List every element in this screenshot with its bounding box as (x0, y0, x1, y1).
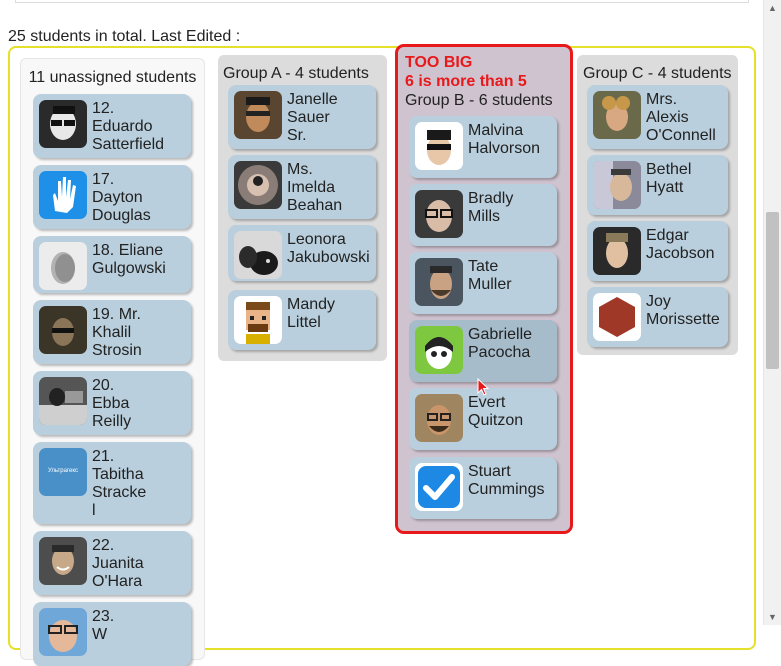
student-name: Ms. Imelda Beahan (287, 161, 343, 214)
man-blond-avatar (593, 227, 641, 275)
student-card[interactable]: Tate Muller (409, 252, 557, 314)
student-card[interactable]: 17. Dayton Douglas (33, 165, 191, 229)
student-card[interactable]: Edgar Jacobson (587, 221, 728, 281)
student-card[interactable]: Ms. Imelda Beahan (228, 155, 376, 219)
sunglasses-avatar (415, 122, 463, 170)
blurred-face-avatar (39, 242, 87, 290)
student-card[interactable]: 19. Mr. Khalil Strosin (33, 300, 191, 364)
student-name: Leonora Jakubowski (287, 231, 370, 266)
summary-text: 25 students in total. Last Edited : (8, 28, 241, 45)
student-card[interactable]: 20. Ebba Reilly (33, 371, 191, 435)
groups-board: 11 unassigned students 12. Eduardo Satte… (8, 44, 756, 666)
student-card[interactable]: 23. W (33, 602, 191, 666)
student-name: Mrs. Alexis O'Connell (646, 91, 716, 144)
group-a-title: Group A - 4 students (223, 65, 369, 82)
fisheye-avatar (234, 161, 282, 209)
student-name: 20. Ebba Reilly (92, 377, 132, 430)
group-a-column: Group A - 4 students Janelle Sauer Sr. M… (218, 55, 387, 361)
student-card[interactable]: Stuart Cummings (409, 457, 557, 519)
student-card[interactable]: Malvina Halvorson (409, 116, 557, 178)
unassigned-title: 11 unassigned students (28, 69, 197, 86)
hand-avatar (39, 171, 87, 219)
man-smiling-avatar (39, 537, 87, 585)
curly-hair-avatar (593, 91, 641, 139)
student-name: Janelle Sauer Sr. (287, 91, 338, 144)
student-name: Stuart Cummings (468, 463, 545, 498)
group-b-column: TOO BIG 6 is more than 5 Group B - 6 stu… (395, 44, 573, 534)
student-name: 21. Tabitha Stracke l (92, 448, 147, 519)
cartoon-avatar (415, 326, 463, 374)
avatar-logo-text: Ультрагекс (47, 468, 79, 474)
blue-logo-avatar: Ультрагекс (39, 448, 87, 496)
student-card[interactable]: Mandy Littel (228, 290, 376, 350)
student-name: Tate Muller (468, 258, 512, 293)
group-b-title: Group B - 6 students (405, 92, 553, 109)
man-portrait-avatar (234, 91, 282, 139)
man-beard-avatar (415, 258, 463, 306)
student-name: 18. Eliane Gulgowski (92, 242, 166, 277)
student-name: 17. Dayton Douglas (92, 171, 151, 224)
group-c-title: Group C - 4 students (583, 65, 732, 82)
student-card[interactable]: Gabrielle Pacocha (409, 320, 557, 382)
scrollbar-thumb[interactable] (766, 212, 779, 369)
student-card[interactable]: Joy Morissette (587, 287, 728, 347)
student-name: 12. Eduardo Satterfield (92, 100, 165, 153)
student-name: Mandy Littel (287, 296, 336, 331)
woman-glasses-avatar (415, 190, 463, 238)
man-glasses-avatar (39, 100, 87, 148)
scroll-up-icon[interactable]: ▲ (768, 3, 777, 13)
student-card[interactable]: Ультрагекс 21. Tabitha Stracke l (33, 442, 191, 524)
student-name: Gabrielle Pacocha (468, 326, 533, 361)
checkmark-avatar (415, 463, 463, 511)
top-panel-edge (15, 0, 749, 3)
student-name: Bethel Hyatt (646, 161, 692, 196)
unassigned-column: 11 unassigned students 12. Eduardo Satte… (20, 58, 205, 666)
student-card[interactable]: 12. Eduardo Satterfield (33, 94, 191, 158)
man-window-avatar (593, 161, 641, 209)
dark-sunglasses-avatar (39, 306, 87, 354)
student-card[interactable]: 18. Eliane Gulgowski (33, 236, 191, 293)
student-name: Edgar Jacobson (646, 227, 715, 262)
group-b-warning-title: TOO BIG (405, 54, 473, 71)
hexagon-avatar (593, 293, 641, 341)
student-card[interactable]: Bradly Mills (409, 184, 557, 246)
student-card[interactable]: Mrs. Alexis O'Connell (587, 85, 728, 149)
student-name: 22. Juanita O'Hara (92, 537, 144, 590)
student-card[interactable]: 22. Juanita O'Hara (33, 531, 191, 595)
group-b-warning-detail: 6 is more than 5 (405, 73, 527, 90)
man-glasses-outdoor-avatar (415, 394, 463, 442)
student-card[interactable]: Janelle Sauer Sr. (228, 85, 376, 149)
student-name: 23. W (92, 608, 115, 643)
student-card[interactable]: Bethel Hyatt (587, 155, 728, 215)
student-name: Malvina Halvorson (468, 122, 541, 157)
vertical-scrollbar[interactable]: ▲ ▼ (763, 0, 781, 625)
scroll-down-icon[interactable]: ▼ (768, 612, 777, 622)
cursor-arrow-icon (477, 377, 490, 396)
group-c-column: Group C - 4 students Mrs. Alexis O'Conne… (577, 55, 738, 355)
dog-avatar (234, 231, 282, 279)
student-name: Joy Morissette (646, 293, 720, 328)
student-card[interactable]: Leonora Jakubowski (228, 225, 376, 281)
student-name: Bradly Mills (468, 190, 514, 225)
glasses-avatar (39, 608, 87, 656)
student-name: 19. Mr. Khalil Strosin (92, 306, 142, 359)
pixel-art-avatar (234, 296, 282, 344)
bw-photo-avatar (39, 377, 87, 425)
